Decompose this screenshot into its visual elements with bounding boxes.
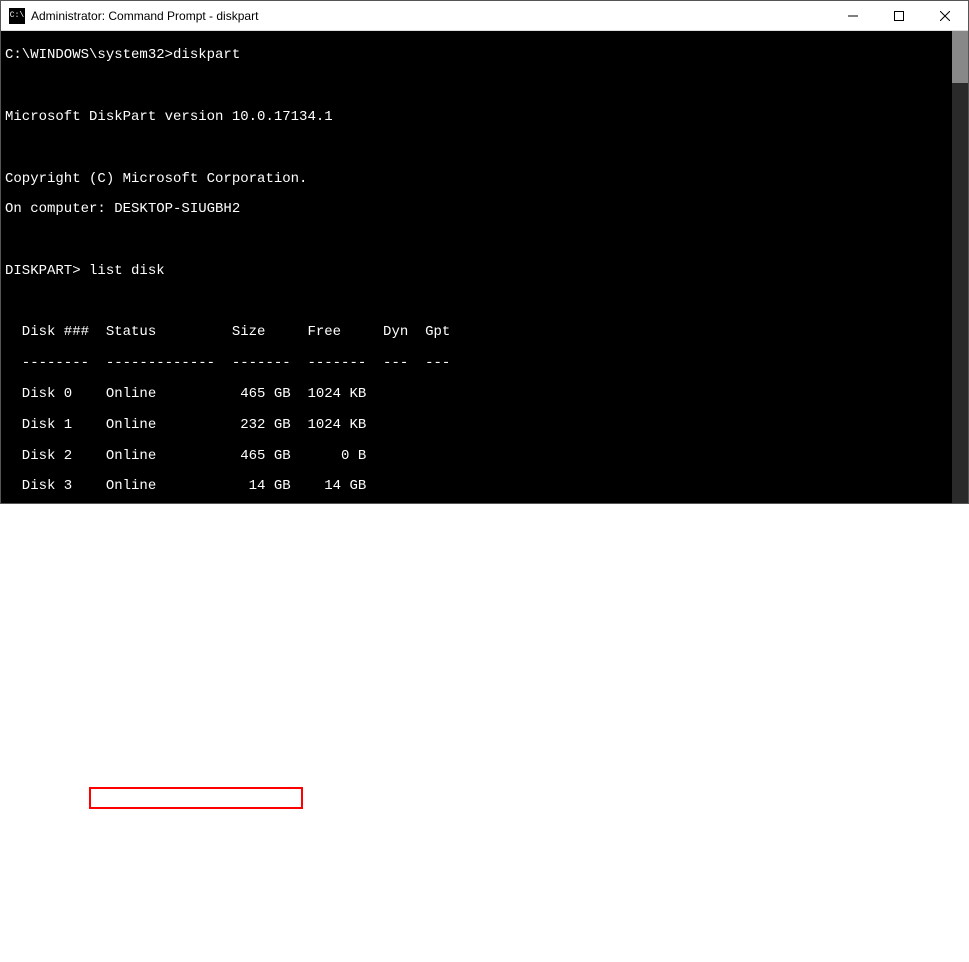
minimize-button[interactable] <box>830 1 876 30</box>
terminal-line: C:\WINDOWS\system32>diskpart <box>5 48 968 63</box>
terminal-line: Disk 3 is now the selected disk. <box>5 602 968 617</box>
terminal-line: DISKPART> list disk <box>5 264 968 279</box>
window-controls <box>830 1 968 30</box>
terminal-line <box>5 824 968 839</box>
terminal-line: Disk 2 Online 465 GB 0 B <box>5 449 968 464</box>
scrollbar-thumb[interactable] <box>952 31 968 83</box>
terminal-line <box>5 233 968 248</box>
terminal-line: DiskPart succeeded in cleaning the disk. <box>5 726 968 741</box>
terminal-line: Disk 0 Online 465 GB 1024 KB <box>5 387 968 402</box>
cmd-icon: C:\ <box>9 8 25 24</box>
prompt-text: DISKPART> <box>5 915 89 931</box>
terminal-line: Disk 3 Online 14 GB 14 GB <box>5 479 968 494</box>
terminal-line: -------- ------------- ------- ------- -… <box>5 356 968 371</box>
highlighted-command: create partition primary <box>89 787 303 808</box>
terminal-line <box>5 141 968 156</box>
terminal-line <box>5 79 968 94</box>
close-button[interactable] <box>922 1 968 30</box>
terminal-line: DISKPART> clean <box>5 664 968 679</box>
terminal-line: On computer: DESKTOP-SIUGBH2 <box>5 202 968 217</box>
prompt-text: DISKPART> <box>5 789 89 805</box>
terminal-line: Microsoft DiskPart version 10.0.17134.1 <box>5 110 968 125</box>
terminal-line: DISKPART> create partition primary <box>5 787 968 808</box>
terminal-line <box>5 572 968 587</box>
cursor-icon <box>89 925 97 927</box>
terminal-line: Copyright (C) Microsoft Corporation. <box>5 172 968 187</box>
terminal-line <box>5 695 968 710</box>
window-titlebar: C:\ Administrator: Command Prompt - disk… <box>1 1 968 31</box>
terminal-line: DISKPART> select disk 3 <box>5 541 968 556</box>
terminal-line: Disk 1 Online 232 GB 1024 KB <box>5 418 968 433</box>
window-title: Administrator: Command Prompt - diskpart <box>31 9 830 23</box>
terminal-line: DISKPART> <box>5 916 968 931</box>
terminal-line <box>5 756 968 771</box>
terminal-line <box>5 885 968 900</box>
maximize-button[interactable] <box>876 1 922 30</box>
terminal-output[interactable]: C:\WINDOWS\system32>diskpart Microsoft D… <box>1 31 968 503</box>
terminal-line: DiskPart succeeded in creating the speci… <box>5 855 968 870</box>
terminal-line <box>5 510 968 525</box>
scrollbar-track[interactable] <box>952 31 968 503</box>
terminal-line <box>5 295 968 310</box>
terminal-line: Disk ### Status Size Free Dyn Gpt <box>5 325 968 340</box>
terminal-line <box>5 633 968 648</box>
